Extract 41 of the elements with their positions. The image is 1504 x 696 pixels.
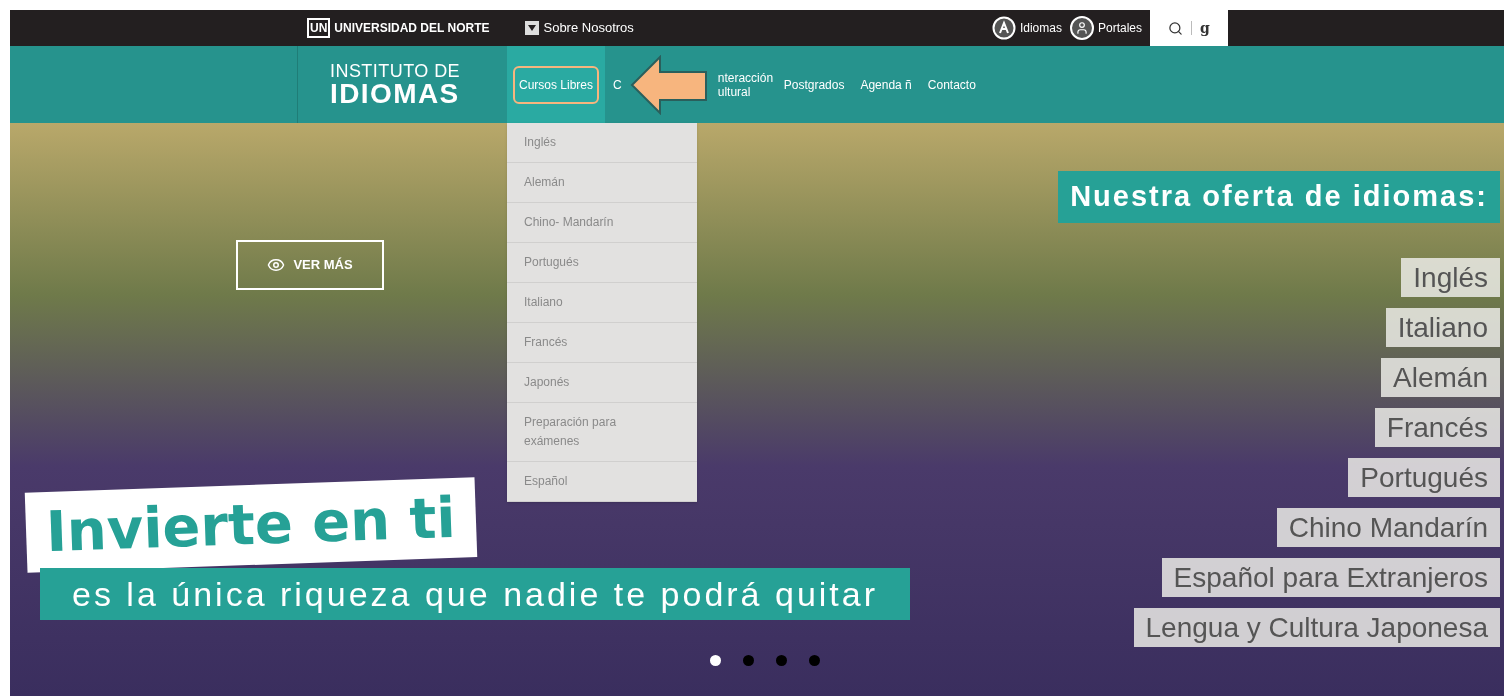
dropdown-item[interactable]: Inglés <box>507 123 697 163</box>
dropdown-item[interactable]: Japonés <box>507 363 697 403</box>
language-label: Chino Mandarín <box>1276 508 1500 547</box>
eye-icon <box>267 256 286 274</box>
language-label: Portugués <box>1348 458 1500 497</box>
see-more-button[interactable]: VER MÁS <box>236 240 384 290</box>
nav-link[interactable]: nteracción ultural <box>709 70 776 99</box>
dropdown-item[interactable]: Portugués <box>507 243 697 283</box>
portals-link[interactable]: Portales <box>1069 16 1142 40</box>
language-label: Francés <box>1374 408 1500 447</box>
nav-link[interactable]: Contacto <box>919 77 984 92</box>
offer-title: Nuestra oferta de idiomas: <box>1058 171 1500 223</box>
dropdown-item[interactable]: Italiano <box>507 283 697 323</box>
language-icon <box>991 16 1016 40</box>
language-label: Lengua y Cultura Japonesa <box>1133 608 1500 647</box>
nav-link[interactable]: Cursos Libres <box>507 46 606 123</box>
language-label: Español para Extranjeros <box>1161 558 1500 597</box>
dropdown-item[interactable]: Chino- Mandarín <box>507 203 697 243</box>
languages-link[interactable]: Idiomas <box>991 16 1062 40</box>
language-label: Inglés <box>1401 258 1500 297</box>
dropdown-item[interactable]: Alemán <box>507 163 697 203</box>
about-link[interactable]: Sobre Nosotros <box>525 18 634 38</box>
highlight-frame: Cursos Libres <box>513 65 600 104</box>
user-icon <box>1069 16 1094 40</box>
dropdown-item[interactable]: Español <box>507 462 697 502</box>
logo-mark: UN <box>307 18 331 38</box>
nav-link[interactable]: Postgrados <box>775 77 853 92</box>
headline-banner: Invierte en ti <box>24 477 477 573</box>
logo-title: INSTITUTO DE <box>330 61 462 80</box>
logo-name: IDIOMAS <box>330 79 461 108</box>
tagline-banner: es la única riqueza que nadie te podrá quitar <box>40 568 911 620</box>
dropdown-icon <box>525 21 540 35</box>
dropdown-item[interactable]: Preparación para exámenes <box>507 403 697 462</box>
search-icon[interactable] <box>1168 20 1184 36</box>
language-label: Alemán <box>1381 358 1500 397</box>
google-link[interactable]: g <box>1200 17 1210 39</box>
language-label: Italiano <box>1385 308 1500 347</box>
nav-link[interactable]: C <box>605 77 630 92</box>
dropdown-item[interactable]: Francés <box>507 323 697 363</box>
university-name: UNIVERSIDAD DEL NORTE <box>334 20 490 37</box>
nav-link[interactable]: Agenda ñ <box>852 77 920 92</box>
